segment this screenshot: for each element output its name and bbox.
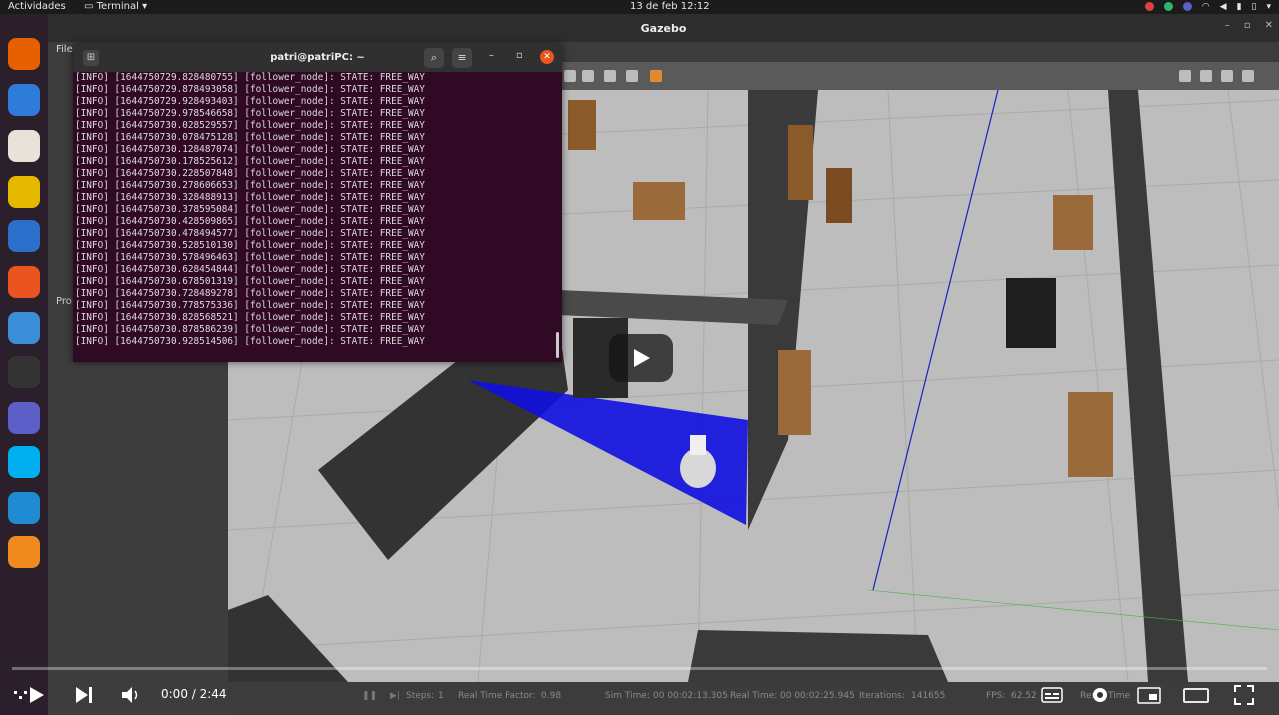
terminal-line: [INFO] [1644750730.078475128] [follower_… [75,132,425,143]
subtitles-button[interactable] [1041,683,1063,707]
mic-icon: ▮ [1236,2,1242,12]
terminal-header[interactable]: ⊞ patri@patriPC: ~ ⌕ ≡ – ▫ ✕ [73,44,562,72]
writer-icon[interactable] [8,220,40,252]
fullscreen-button[interactable] [1233,683,1255,707]
terminal-line: [INFO] [1644750730.578496463] [follower_… [75,252,425,263]
dock [0,14,48,715]
align-icon[interactable] [604,70,616,82]
shield-icon [1163,2,1173,11]
menu-file[interactable]: File [56,44,73,55]
plot-icon[interactable] [1221,70,1233,82]
terminal-icon[interactable] [8,356,40,388]
skype-icon[interactable] [8,446,40,478]
maximize-icon[interactable]: ▫ [1244,20,1251,31]
terminal-line: [INFO] [1644750730.478494577] [follower_… [75,228,425,239]
software-icon[interactable] [8,266,40,298]
terminal-line: [INFO] [1644750730.628454844] [follower_… [75,264,425,275]
terminal-line: [INFO] [1644750730.278606653] [follower_… [75,180,425,191]
files-icon[interactable] [8,130,40,162]
terminal-line: [INFO] [1644750730.328488913] [follower_… [75,192,425,203]
terminal-line: [INFO] [1644750730.728489278] [follower_… [75,288,425,299]
chevron-down-icon: ▾ [1266,2,1271,12]
terminal-output[interactable]: [INFO] [1644750729.828480755] [follower_… [73,72,555,362]
battery-icon: ▯ [1251,2,1257,12]
maximize-icon[interactable]: ▫ [516,50,523,61]
sublime-icon[interactable] [8,536,40,568]
video-record-icon[interactable] [1242,70,1254,82]
teams-icon[interactable] [8,402,40,434]
terminal-line: [INFO] [1644750730.028529557] [follower_… [75,120,425,131]
window-title: Gazebo [640,22,687,35]
next-button[interactable] [74,683,96,707]
big-play-button[interactable] [609,334,673,382]
terminal-line: [INFO] [1644750730.778575336] [follower_… [75,300,425,311]
volume-icon: ◀ [1219,2,1227,12]
theater-mode-button[interactable] [1183,683,1209,707]
wifi-icon: ◠ [1201,2,1210,12]
gazebo-titlebar[interactable]: Gazebo – ▫ ✕ [48,14,1279,42]
terminal-line: [INFO] [1644750730.228507848] [follower_… [75,168,425,179]
minimize-icon[interactable]: – [1225,20,1230,31]
terminal-line: [INFO] [1644750730.128487074] [follower_… [75,144,425,155]
play-button[interactable] [14,683,46,707]
menu-icon[interactable]: ≡ [452,48,472,68]
magnet-icon[interactable] [626,70,638,82]
video-time: 0:00 / 2:44 [161,687,227,701]
settings-gear-icon[interactable] [1089,683,1111,707]
paste-icon[interactable] [582,70,594,82]
miniplayer-button[interactable] [1137,683,1161,707]
app-menu-label: Terminal [96,1,139,12]
play-icon [634,349,650,367]
help-icon[interactable] [8,312,40,344]
system-tray[interactable]: ◠ ◀ ▮ ▯ ▾ [1144,0,1271,14]
terminal-window[interactable]: ⊞ patri@patriPC: ~ ⌕ ≡ – ▫ ✕ [INFO] [164… [73,44,562,362]
terminal-line: [INFO] [1644750730.178525612] [follower_… [75,156,425,167]
close-icon[interactable]: ✕ [1265,20,1273,31]
left-panel-tab[interactable]: Pro [56,296,72,307]
volume-button[interactable] [120,683,142,707]
terminal-line: [INFO] [1644750730.828568521] [follower_… [75,312,425,323]
camera-icon[interactable] [1179,70,1191,82]
rhythmbox-icon[interactable] [8,176,40,208]
terminal-line: [INFO] [1644750729.878493058] [follower_… [75,84,425,95]
terminal-scrollbar[interactable] [556,332,559,358]
terminal-line: [INFO] [1644750730.928514506] [follower_… [75,336,425,347]
firefox-icon[interactable] [8,38,40,70]
search-icon[interactable]: ⌕ [424,48,444,68]
terminal-line: [INFO] [1644750730.528510130] [follower_… [75,240,425,251]
view-angle-icon[interactable] [650,70,662,82]
close-icon[interactable]: ✕ [540,50,554,64]
terminal-line: [INFO] [1644750730.378595084] [follower_… [75,204,425,215]
terminal-line: [INFO] [1644750729.928493403] [follower_… [75,96,425,107]
vscode-icon[interactable] [8,492,40,524]
terminal-line: [INFO] [1644750729.978546658] [follower_… [75,108,425,119]
video-progress-bar[interactable] [12,667,1267,670]
terminal-line: [INFO] [1644750730.878586239] [follower_… [75,324,425,335]
save-icon[interactable] [1200,70,1212,82]
thunderbird-icon[interactable] [8,84,40,116]
terminal-line: [INFO] [1644750730.678501319] [follower_… [75,276,425,287]
system-top-bar: Actividades ▭ Terminal ▾ 13 de feb 12:12… [0,0,1279,14]
clock[interactable]: 13 de feb 12:12 [630,0,710,14]
terminal-line: [INFO] [1644750730.428509865] [follower_… [75,216,425,227]
minimize-icon[interactable]: – [489,50,494,61]
terminal-line: [INFO] [1644750729.828480755] [follower_… [75,72,425,83]
box-icon[interactable] [564,70,576,82]
video-controls: 0:00 / 2:44 [0,675,1279,715]
activities-button[interactable]: Actividades [8,0,66,14]
record-icon [1144,2,1154,11]
app-menu-terminal[interactable]: ▭ Terminal ▾ [84,0,147,14]
teams-tray-icon [1182,2,1192,11]
